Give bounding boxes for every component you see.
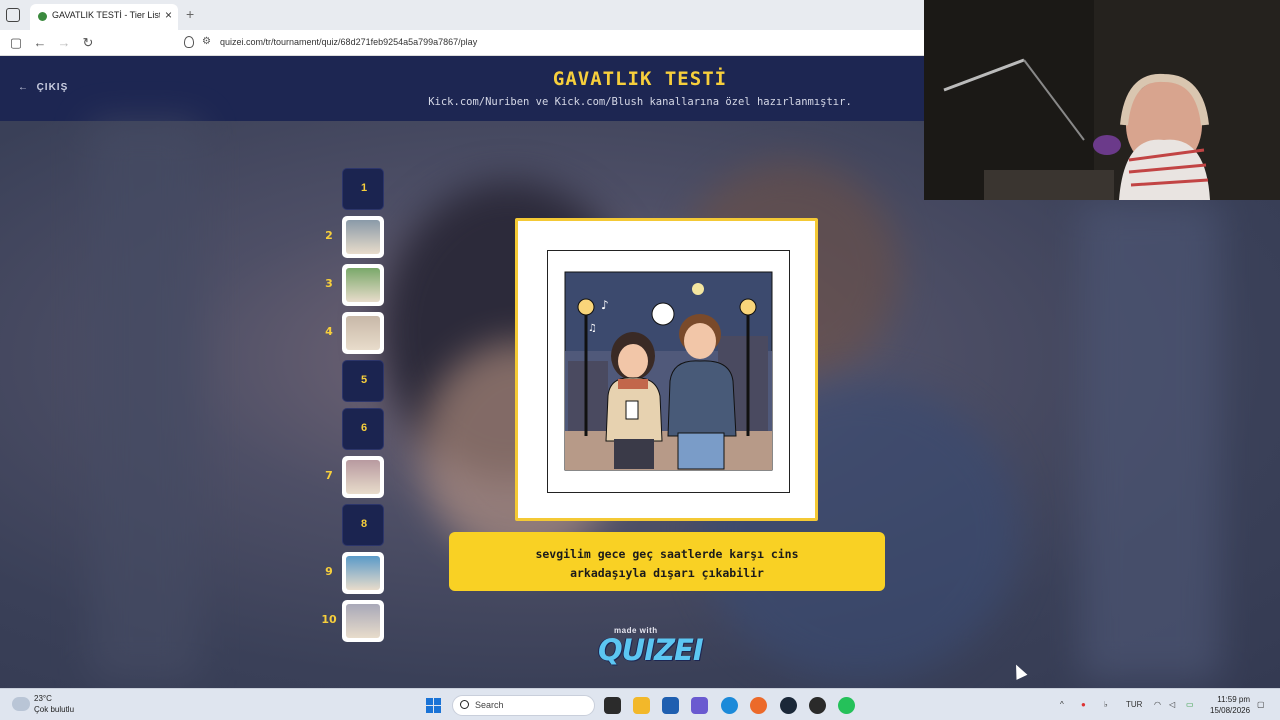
close-tab-icon[interactable]: × [165, 8, 172, 22]
rank-slot-1[interactable]: 1 [320, 168, 384, 210]
weather-description[interactable]: Çok bulutlu [34, 705, 74, 714]
tray-app-icon[interactable]: ● [1081, 700, 1086, 709]
rank-slot-7[interactable]: 7 [320, 456, 384, 498]
rank-slot-box[interactable]: 8 [342, 504, 384, 546]
microphone-icon[interactable]: ♭ [1104, 700, 1108, 709]
background-blur [1080, 201, 1220, 681]
rank-slot-box[interactable] [342, 552, 384, 594]
url-field[interactable]: ⚙ quizei.com/tr/tournament/quiz/68d271fe… [182, 34, 917, 52]
reload-button[interactable]: ↻ [80, 35, 96, 51]
question-line-2: arkadaşıyla dışarı çıkabilir [570, 566, 764, 580]
rank-number: 8 [360, 518, 368, 530]
rank-slot-3[interactable]: 3 [320, 264, 384, 306]
address-bar: ▢ ← → ↻ ⚙ quizei.com/tr/tournament/quiz/… [0, 30, 924, 56]
forward-button[interactable]: → [56, 35, 72, 50]
rank-slot-10[interactable]: 10 [320, 600, 384, 642]
clock-time: 11:59 pm [1217, 695, 1250, 704]
rank-number: 7 [325, 469, 333, 482]
rank-slot-9[interactable]: 9 [320, 552, 384, 594]
app-icon[interactable] [809, 697, 826, 714]
chevron-up-icon[interactable]: ^ [1060, 700, 1064, 709]
whatsapp-icon[interactable] [838, 697, 855, 714]
tab-title: GAVATLIK TESTİ - Tier List, Kar [52, 10, 160, 20]
battery-icon[interactable]: ▭ [1186, 700, 1194, 709]
volume-icon[interactable]: ◁ [1169, 700, 1175, 709]
question-illustration: ♪ ♫ [564, 271, 773, 471]
rank-number: 4 [325, 325, 333, 338]
windows-taskbar: 23°C Çok bulutlu Search ^ ● ♭ TUR ◠ ◁ ▭ … [0, 688, 1280, 720]
rank-thumbnail [346, 604, 380, 638]
rank-thumbnail [346, 556, 380, 590]
rank-slot-box[interactable]: 6 [342, 408, 384, 450]
site-header: ← ÇIKIŞ GAVATLIK TESTİ Kick.com/Nuriben … [0, 56, 924, 121]
background-blur [90, 121, 200, 681]
rank-slot-4[interactable]: 4 [320, 312, 384, 354]
start-button[interactable] [426, 698, 441, 713]
rank-slot-box[interactable] [342, 216, 384, 258]
edge-icon[interactable] [721, 697, 738, 714]
browser-tab-bar: GAVATLIK TESTİ - Tier List, Kar × + [0, 0, 924, 30]
webcam-overlay [924, 0, 1280, 200]
svg-text:♪: ♪ [601, 298, 609, 312]
rank-number: 5 [360, 374, 368, 386]
rank-slot-box[interactable]: 1 [342, 168, 384, 210]
rank-thumbnail [346, 220, 380, 254]
question-statement-button[interactable]: sevgilim gece geç saatlerde karşı cins a… [449, 532, 885, 591]
sidebar-toggle-icon[interactable]: ▢ [8, 35, 24, 51]
question-image-frame: ♪ ♫ [547, 250, 790, 493]
favicon-icon [38, 12, 47, 21]
rank-slot-6[interactable]: 6 [320, 408, 384, 450]
rank-number: 9 [325, 565, 333, 578]
firefox-icon[interactable] [750, 697, 767, 714]
quizei-logo[interactable]: QUIZEI [598, 633, 704, 667]
search-placeholder: Search [475, 700, 504, 710]
rank-number: 3 [325, 277, 333, 290]
cloud-icon[interactable] [12, 697, 30, 711]
rank-slot-box[interactable] [342, 600, 384, 642]
back-button[interactable]: ← [32, 35, 48, 50]
store-icon[interactable] [662, 697, 679, 714]
rank-thumbnail [346, 460, 380, 494]
teams-icon[interactable] [691, 697, 708, 714]
rank-slot-box[interactable] [342, 264, 384, 306]
notification-icon[interactable]: ▢ [1257, 700, 1265, 709]
rank-number: 2 [325, 229, 333, 242]
new-tab-button[interactable]: + [186, 6, 194, 22]
lock-icon[interactable] [184, 36, 194, 48]
rank-thumbnail [346, 316, 380, 350]
clock-date: 15/08/2026 [1210, 706, 1251, 715]
rank-number: 10 [321, 613, 337, 626]
rank-slot-5[interactable]: 5 [320, 360, 384, 402]
site-settings-icon[interactable]: ⚙ [202, 36, 211, 47]
question-line-1: sevgilim gece geç saatlerde karşı cins [535, 547, 799, 561]
task-view-icon[interactable] [604, 697, 621, 714]
question-card[interactable]: ♪ ♫ [515, 218, 818, 521]
steam-icon[interactable] [780, 697, 797, 714]
tab-actions-icon[interactable] [6, 8, 20, 22]
rank-thumbnail [346, 268, 380, 302]
rank-slot-box[interactable] [342, 312, 384, 354]
language-indicator[interactable]: TUR [1126, 700, 1142, 709]
taskbar-search[interactable]: Search [452, 695, 595, 716]
weather-temperature[interactable]: 23°C [34, 694, 52, 703]
rank-slot-2[interactable]: 2 [320, 216, 384, 258]
rank-slot-box[interactable]: 5 [342, 360, 384, 402]
browser-tab[interactable]: GAVATLIK TESTİ - Tier List, Kar × [30, 4, 178, 30]
rank-number: 1 [360, 182, 368, 194]
rank-slot-8[interactable]: 8 [320, 504, 384, 546]
wifi-icon[interactable]: ◠ [1154, 700, 1161, 709]
rank-number: 6 [360, 422, 368, 434]
file-explorer-icon[interactable] [633, 697, 650, 714]
clock[interactable]: 11:59 pm 15/08/2026 [1210, 694, 1250, 716]
webcam-image [924, 0, 1280, 200]
search-icon [460, 700, 469, 709]
url-text: quizei.com/tr/tournament/quiz/68d271feb9… [220, 37, 478, 47]
svg-text:♫: ♫ [588, 323, 597, 334]
rank-slot-box[interactable] [342, 456, 384, 498]
